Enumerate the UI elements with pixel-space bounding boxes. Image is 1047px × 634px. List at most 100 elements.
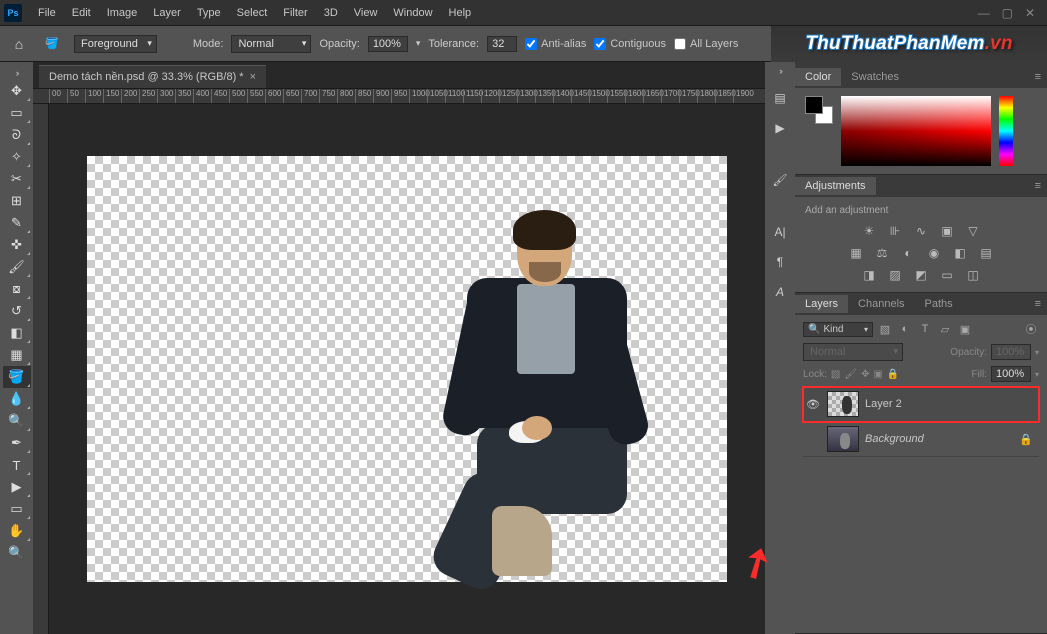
menu-window[interactable]: Window [385,3,440,23]
panel-menu-icon[interactable]: ≡ [1029,71,1047,83]
crop-tool[interactable]: ✂ [3,168,31,190]
layer-fill-input[interactable]: 100% [991,366,1031,382]
layer-item[interactable]: 👁 Layer 2 [803,387,1039,422]
photo-filter-icon[interactable]: ◉ [925,246,943,260]
filter-pixel-icon[interactable]: ▧ [877,323,893,336]
paint-bucket-tool[interactable]: 🪣 [3,366,31,388]
hue-icon[interactable]: ▦ [847,246,865,260]
posterize-icon[interactable]: ▨ [886,268,904,282]
filter-toggle-icon[interactable]: ⦿ [1023,321,1039,337]
opacity-input[interactable]: 100% [368,36,408,52]
lock-pos-icon[interactable]: ✥ [861,369,869,380]
filter-type-icon[interactable]: T [917,323,933,335]
share-icon[interactable]: ☁ [1002,37,1013,50]
brush-settings-icon[interactable]: 🖌 [770,170,790,190]
menu-file[interactable]: File [30,3,64,23]
all-layers-checkbox[interactable]: All Layers [674,38,738,50]
exposure-icon[interactable]: ▣ [938,224,956,238]
layer-opacity-input[interactable]: 100% [991,344,1031,360]
lock-trans-icon[interactable]: ▧ [831,369,840,380]
vibrance-icon[interactable]: ▽ [964,224,982,238]
document-tab[interactable]: Demo tách nền.psd @ 33.3% (RGB/8) * × [39,65,266,88]
home-icon[interactable]: ⌂ [8,33,30,55]
paint-bucket-icon[interactable]: 🪣 [38,34,66,54]
clone-stamp-tool[interactable]: ⧇ [3,278,31,300]
hue-slider[interactable] [999,96,1013,166]
contiguous-checkbox[interactable]: Contiguous [594,38,666,50]
layer-item[interactable]: ▢ Background 🔒 [803,422,1039,457]
marquee-tool[interactable]: ▭ [3,102,31,124]
canvas[interactable] [87,156,727,582]
selective-color-icon[interactable]: ◫ [964,268,982,282]
brush-tool[interactable]: 🖌 [3,256,31,278]
layer-filter-kind[interactable]: 🔍Kind [803,322,873,337]
color-balance-icon[interactable]: ⚖ [873,246,891,260]
tab-swatches[interactable]: Swatches [841,68,909,86]
menu-help[interactable]: Help [441,3,480,23]
minimize-icon[interactable]: — [978,6,990,20]
menu-edit[interactable]: Edit [64,3,99,23]
move-tool[interactable]: ✥ [3,80,31,102]
invert-icon[interactable]: ◨ [860,268,878,282]
fill-source-dropdown[interactable]: Foreground [74,35,157,53]
dodge-tool[interactable]: 🔍 [3,410,31,432]
paragraph-icon[interactable]: ¶ [770,252,790,272]
threshold-icon[interactable]: ◩ [912,268,930,282]
gradient-map-icon[interactable]: ▭ [938,268,956,282]
layer-name[interactable]: Layer 2 [865,398,1037,410]
color-lookup-icon[interactable]: ▤ [977,246,995,260]
levels-icon[interactable]: ⊪ [886,224,904,238]
hand-tool[interactable]: ✋ [3,520,31,542]
menu-filter[interactable]: Filter [275,3,315,23]
filter-adjust-icon[interactable]: ◐ [897,323,913,335]
layer-name[interactable]: Background [865,433,1013,445]
channel-mixer-icon[interactable]: ◧ [951,246,969,260]
actions-icon[interactable]: ▶ [770,118,790,138]
lock-paint-icon[interactable]: 🖌 [844,369,857,380]
collapse-tools-icon[interactable]: ›› [16,68,18,78]
history-icon[interactable]: ▤ [770,88,790,108]
canvas-viewport[interactable] [49,104,765,634]
rectangle-tool[interactable]: ▭ [3,498,31,520]
menu-type[interactable]: Type [189,3,229,23]
lock-all-icon[interactable]: 🔒 [887,369,899,380]
search-icon[interactable]: 🔍 [978,37,992,50]
collapse-panels-icon[interactable]: ›› [779,66,781,76]
layer-thumbnail[interactable] [827,426,859,452]
close-tab-icon[interactable]: × [250,71,256,83]
tab-color[interactable]: Color [795,68,841,86]
menu-layer[interactable]: Layer [145,3,189,23]
layer-blend-dropdown[interactable]: Normal [803,343,903,361]
maximize-icon[interactable]: ▢ [1002,6,1013,20]
tab-paths[interactable]: Paths [915,295,963,313]
antialias-checkbox[interactable]: Anti-alias [525,38,586,50]
close-icon[interactable]: ✕ [1025,6,1035,20]
lasso-tool[interactable]: ᘐ [3,124,31,146]
glyphs-icon[interactable]: A [770,282,790,302]
character-icon[interactable]: A| [770,222,790,242]
menu-select[interactable]: Select [229,3,276,23]
zoom-tool[interactable]: 🔍 [3,542,31,564]
tab-channels[interactable]: Channels [848,295,914,313]
frame-tool[interactable]: ⊞ [3,190,31,212]
menu-image[interactable]: Image [99,3,146,23]
eyedropper-tool[interactable]: ✎ [3,212,31,234]
blend-mode-dropdown[interactable]: Normal [231,35,311,53]
magic-wand-tool[interactable]: ✧ [3,146,31,168]
lock-artboard-icon[interactable]: ▣ [873,369,882,380]
workspace-icon[interactable]: ▭ [1023,37,1033,50]
pen-tool[interactable]: ✒ [3,432,31,454]
panel-menu-icon[interactable]: ≡ [1029,298,1047,310]
tab-layers[interactable]: Layers [795,295,848,313]
path-selection-tool[interactable]: ▶ [3,476,31,498]
menu-3d[interactable]: 3D [316,3,346,23]
menu-view[interactable]: View [346,3,386,23]
panel-menu-icon[interactable]: ≡ [1029,180,1047,192]
tolerance-input[interactable]: 32 [487,36,517,52]
layer-thumbnail[interactable] [827,391,859,417]
visibility-icon[interactable]: ▢ [805,433,821,446]
filter-shape-icon[interactable]: ▱ [937,323,953,336]
tab-adjustments[interactable]: Adjustments [795,177,876,195]
blur-tool[interactable]: 💧 [3,388,31,410]
healing-brush-tool[interactable]: ✜ [3,234,31,256]
